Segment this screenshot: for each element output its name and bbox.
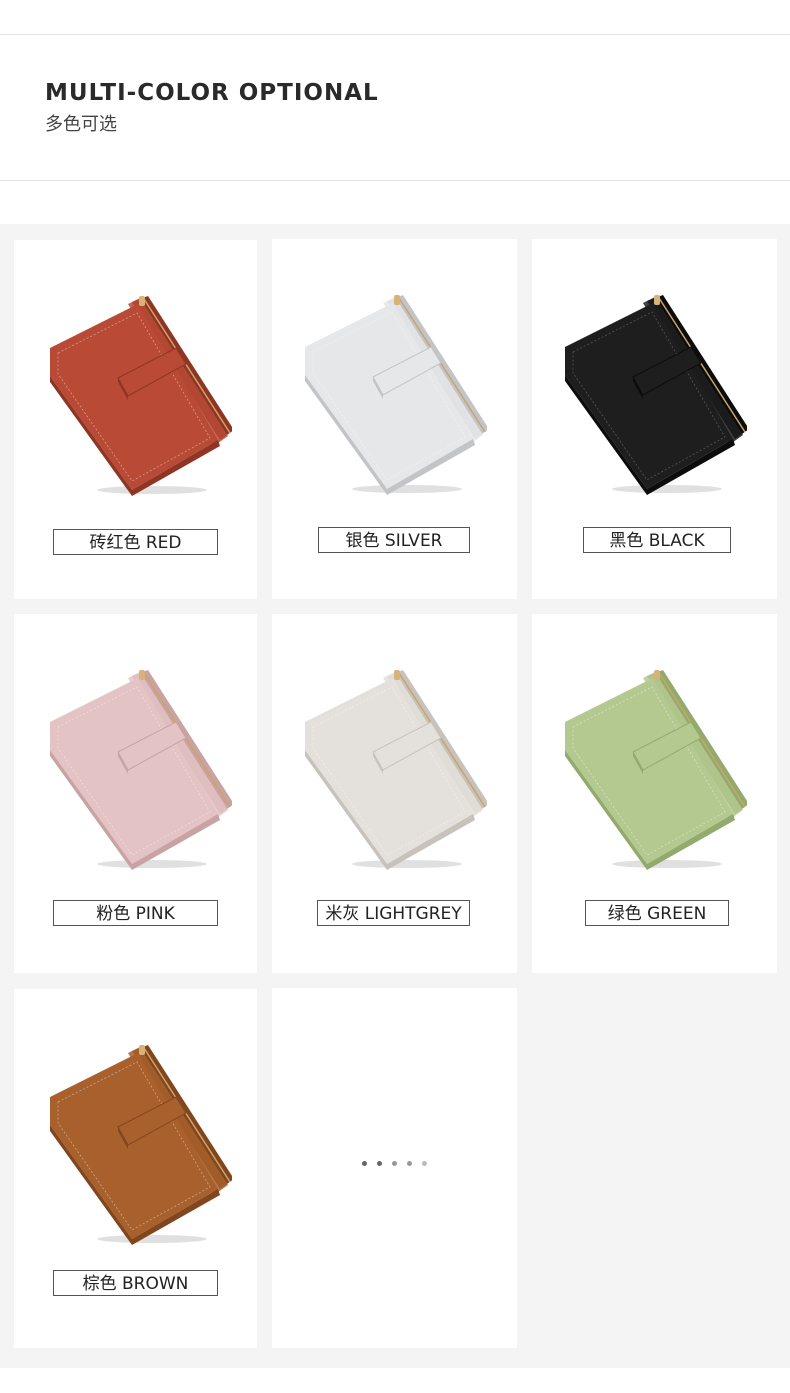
wallet-brown-icon (42, 1039, 232, 1249)
color-label: 绿色 GREEN (585, 900, 729, 926)
section-subtitle: 多色可选 (45, 114, 117, 135)
color-label: 粉色 PINK (53, 900, 218, 926)
pager-dot (377, 1161, 382, 1166)
section-header: MULTI-COLOR OPTIONAL 多色可选 (0, 35, 790, 180)
product-card-silver[interactable]: 银色 SILVER (272, 239, 517, 599)
pager-dot (392, 1161, 397, 1166)
color-label: 砖红色 RED (53, 529, 218, 555)
wallet-red-icon (42, 290, 232, 500)
pager-dot (362, 1161, 367, 1166)
product-card-red[interactable]: 砖红色 RED (14, 240, 257, 599)
wallet-lightgrey-icon (297, 664, 487, 874)
section-title: MULTI-COLOR OPTIONAL (45, 80, 379, 106)
placeholder-card (272, 988, 517, 1348)
wallet-silver-icon (297, 289, 487, 499)
product-card-green[interactable]: 绿色 GREEN (532, 614, 777, 973)
product-card-lightgrey[interactable]: 米灰 LIGHTGREY (272, 614, 517, 973)
pager-dot (422, 1161, 427, 1166)
wallet-green-icon (557, 664, 747, 874)
pager-dots (272, 1161, 517, 1171)
color-gallery: 砖红色 RED 银色 SILVER 黑色 BLACK 粉色 PINK 米灰 LI… (0, 224, 790, 1368)
color-label: 棕色 BROWN (53, 1270, 218, 1296)
wallet-pink-icon (42, 664, 232, 874)
header-bottom-divider (0, 180, 790, 181)
color-label: 米灰 LIGHTGREY (317, 900, 470, 926)
pager-dot (407, 1161, 412, 1166)
color-label: 黑色 BLACK (583, 527, 731, 553)
product-card-brown[interactable]: 棕色 BROWN (14, 989, 257, 1348)
product-card-pink[interactable]: 粉色 PINK (14, 614, 257, 973)
color-label: 银色 SILVER (318, 527, 470, 553)
wallet-black-icon (557, 289, 747, 499)
product-card-black[interactable]: 黑色 BLACK (532, 239, 777, 599)
